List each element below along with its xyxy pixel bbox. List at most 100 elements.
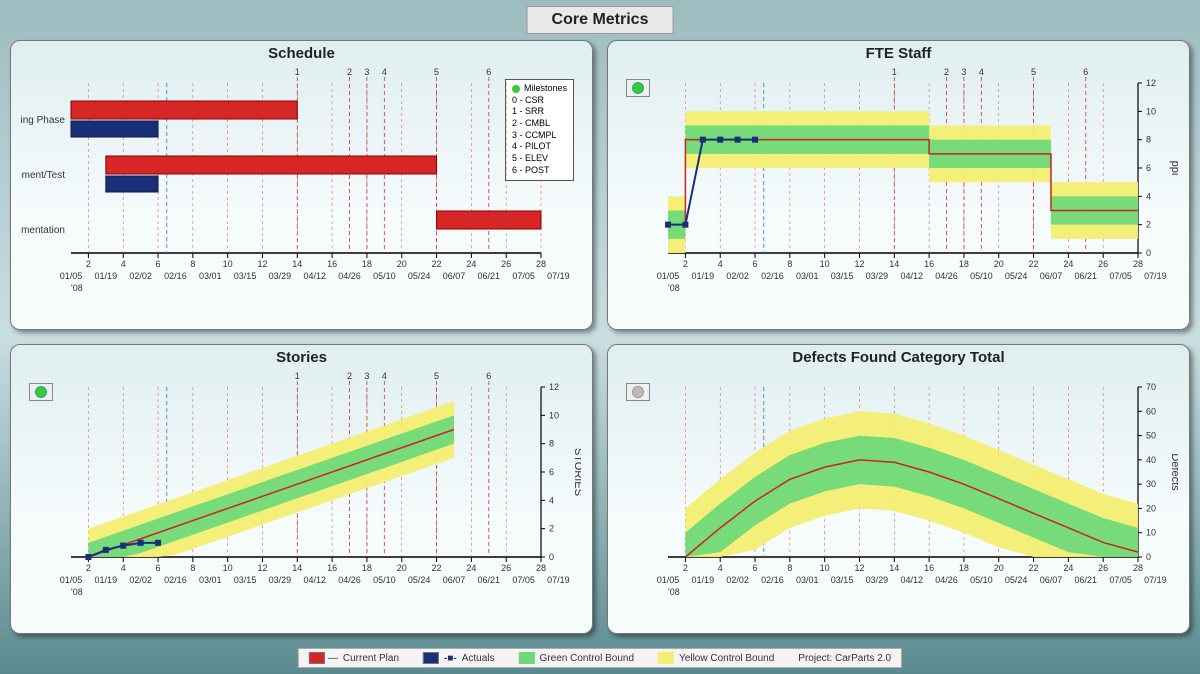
svg-text:16: 16	[924, 259, 934, 269]
svg-text:03/01: 03/01	[796, 575, 819, 585]
svg-text:10: 10	[1146, 106, 1156, 116]
svg-text:06/21: 06/21	[478, 575, 501, 585]
svg-text:01/19: 01/19	[692, 271, 715, 281]
svg-text:10: 10	[223, 259, 233, 269]
svg-text:06/21: 06/21	[1075, 575, 1098, 585]
svg-text:8: 8	[787, 563, 792, 573]
svg-text:04/26: 04/26	[935, 271, 958, 281]
svg-text:8: 8	[190, 259, 195, 269]
fte-title: FTE Staff	[608, 45, 1189, 62]
legend-actuals: -■-Actuals	[423, 652, 495, 664]
svg-text:18: 18	[959, 259, 969, 269]
svg-text:'08: '08	[71, 587, 83, 597]
svg-text:2: 2	[944, 67, 949, 77]
svg-text:70: 70	[1146, 382, 1156, 392]
svg-text:50: 50	[1146, 431, 1156, 441]
svg-text:02/16: 02/16	[761, 271, 784, 281]
svg-text:4: 4	[979, 67, 984, 77]
svg-text:16: 16	[327, 259, 337, 269]
svg-text:3: 3	[364, 67, 369, 77]
legend-yellow: Yellow Control Bound	[658, 652, 774, 664]
svg-text:06/21: 06/21	[1075, 271, 1098, 281]
svg-text:Defects: Defects	[1169, 453, 1178, 491]
svg-text:06/07: 06/07	[1040, 575, 1063, 585]
svg-text:28: 28	[1133, 259, 1143, 269]
defects-title: Defects Found Category Total	[608, 349, 1189, 366]
svg-text:2: 2	[549, 524, 554, 534]
svg-text:04/12: 04/12	[900, 575, 923, 585]
svg-text:Story Writing Phase: Story Writing Phase	[21, 115, 65, 126]
svg-text:02/02: 02/02	[129, 271, 152, 281]
svg-text:14: 14	[292, 259, 302, 269]
svg-text:0: 0	[549, 552, 554, 562]
svg-text:16: 16	[924, 563, 934, 573]
svg-text:22: 22	[1029, 563, 1039, 573]
svg-text:28: 28	[1133, 563, 1143, 573]
svg-text:2: 2	[683, 563, 688, 573]
svg-text:6: 6	[1146, 163, 1151, 173]
svg-text:04/26: 04/26	[935, 575, 958, 585]
svg-text:02/02: 02/02	[726, 271, 749, 281]
dashboard-grid: Schedule Milestones 0 - CSR1 - SRR2 - CM…	[10, 40, 1190, 634]
svg-text:6: 6	[753, 259, 758, 269]
svg-text:12: 12	[257, 259, 267, 269]
panel-schedule: Schedule Milestones 0 - CSR1 - SRR2 - CM…	[10, 40, 593, 330]
svg-text:1: 1	[295, 371, 300, 381]
legend-green: Green Control Bound	[519, 652, 635, 664]
svg-text:4: 4	[1146, 191, 1151, 201]
svg-text:24: 24	[466, 259, 476, 269]
svg-text:12: 12	[257, 563, 267, 573]
svg-text:02/02: 02/02	[726, 575, 749, 585]
svg-text:02/02: 02/02	[129, 575, 152, 585]
svg-text:20: 20	[994, 259, 1004, 269]
svg-text:12: 12	[549, 382, 559, 392]
svg-text:03/01: 03/01	[199, 575, 222, 585]
svg-text:6: 6	[549, 467, 554, 477]
svg-text:01/05: 01/05	[657, 575, 680, 585]
svg-text:12: 12	[1146, 78, 1156, 88]
svg-text:6: 6	[753, 563, 758, 573]
svg-text:05/24: 05/24	[1005, 271, 1028, 281]
svg-text:3: 3	[364, 371, 369, 381]
svg-text:03/29: 03/29	[269, 575, 292, 585]
panel-defects: Defects Found Category Total 24681012141…	[607, 344, 1190, 634]
svg-text:07/19: 07/19	[547, 271, 570, 281]
svg-text:07/05: 07/05	[512, 575, 535, 585]
svg-text:18: 18	[959, 563, 969, 573]
svg-text:28: 28	[536, 563, 546, 573]
svg-text:6: 6	[156, 259, 161, 269]
svg-text:10: 10	[1146, 528, 1156, 538]
svg-text:04/12: 04/12	[303, 271, 326, 281]
panel-stories: Stories 24681012141618202224262801/0501/…	[10, 344, 593, 634]
stories-title: Stories	[11, 349, 592, 366]
svg-text:05/10: 05/10	[970, 271, 993, 281]
svg-text:01/19: 01/19	[692, 575, 715, 585]
svg-text:5: 5	[434, 67, 439, 77]
svg-text:26: 26	[1098, 563, 1108, 573]
svg-text:01/05: 01/05	[60, 575, 83, 585]
fte-chart: 24681012141618202224262801/0501/1902/020…	[618, 63, 1178, 313]
schedule-title: Schedule	[11, 45, 592, 62]
svg-text:04/12: 04/12	[900, 271, 923, 281]
svg-text:10: 10	[820, 563, 830, 573]
svg-text:8: 8	[787, 259, 792, 269]
svg-text:14: 14	[292, 563, 302, 573]
svg-text:Development/Test: Development/Test	[21, 170, 65, 181]
legend-project: Project: CarParts 2.0	[798, 653, 891, 664]
svg-text:4: 4	[382, 371, 387, 381]
svg-text:07/05: 07/05	[1109, 271, 1132, 281]
schedule-chart: 24681012141618202224262801/0501/1902/020…	[21, 63, 581, 313]
svg-text:05/24: 05/24	[408, 271, 431, 281]
svg-text:20: 20	[1146, 503, 1156, 513]
svg-text:05/10: 05/10	[970, 575, 993, 585]
svg-text:12: 12	[854, 563, 864, 573]
svg-text:2: 2	[683, 259, 688, 269]
svg-text:4: 4	[382, 67, 387, 77]
svg-text:16: 16	[327, 563, 337, 573]
svg-text:01/05: 01/05	[60, 271, 83, 281]
svg-text:22: 22	[432, 259, 442, 269]
svg-text:'08: '08	[668, 283, 680, 293]
svg-text:1: 1	[295, 67, 300, 77]
svg-text:24: 24	[1063, 259, 1073, 269]
panel-fte: FTE Staff 24681012141618202224262801/050…	[607, 40, 1190, 330]
